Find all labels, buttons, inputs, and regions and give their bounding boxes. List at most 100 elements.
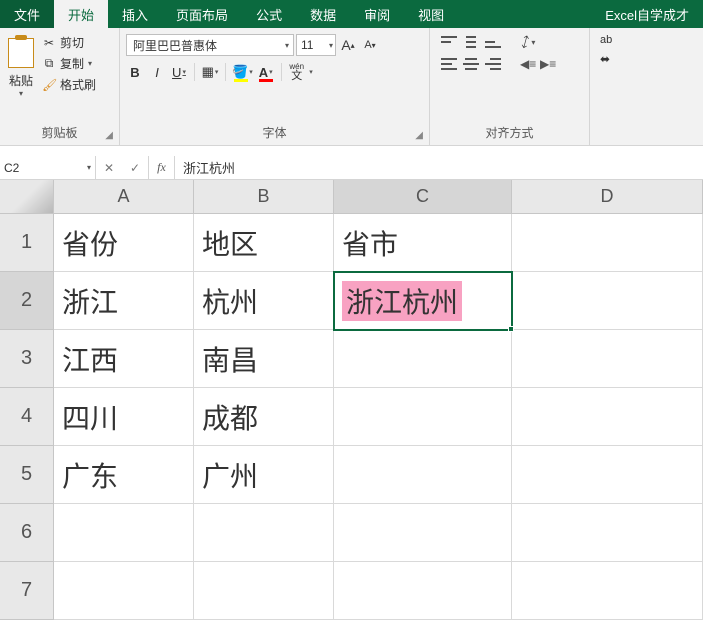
cell-B1[interactable]: 地区 bbox=[194, 214, 334, 272]
wrap-text-button[interactable]: ab bbox=[600, 34, 612, 46]
orientation-icon: ⤢ bbox=[517, 32, 534, 51]
cell-A1[interactable]: 省份 bbox=[54, 214, 194, 272]
expand-font-icon[interactable]: ◢ bbox=[415, 130, 423, 141]
tab-0[interactable]: 开始 bbox=[54, 0, 108, 28]
x-icon: ✕ bbox=[104, 161, 114, 175]
row-header-4[interactable]: 4 bbox=[0, 388, 54, 446]
cell-B3[interactable]: 南昌 bbox=[194, 330, 334, 388]
border-button[interactable]: ▦▾ bbox=[201, 62, 219, 82]
cell-D1[interactable] bbox=[512, 214, 703, 272]
formula-input[interactable]: 浙江杭州 bbox=[175, 156, 703, 179]
cell-B7[interactable] bbox=[194, 562, 334, 620]
ribbon-group-alignment: ⤢▾ ◀≡ ▶≡ 对齐方式 bbox=[430, 28, 590, 145]
name-box[interactable]: C2 ▾ bbox=[0, 156, 96, 179]
cell-B6[interactable] bbox=[194, 504, 334, 562]
pinyin-button[interactable]: wén文▾ bbox=[288, 62, 306, 82]
increase-indent-button[interactable]: ▶≡ bbox=[540, 56, 556, 72]
row-header-1[interactable]: 1 bbox=[0, 214, 54, 272]
align-middle-button[interactable] bbox=[462, 34, 480, 50]
merge-button[interactable]: ⬌ bbox=[600, 52, 610, 66]
ribbon-group-clipboard: 粘贴 ▾ ✂ 剪切 ⧉ 复制 ▾ 🖌 格式刷 剪贴板 bbox=[0, 28, 120, 145]
column-header-C[interactable]: C bbox=[334, 180, 512, 214]
cell-B4[interactable]: 成都 bbox=[194, 388, 334, 446]
row-header-5[interactable]: 5 bbox=[0, 446, 54, 504]
tab-5[interactable]: 审阅 bbox=[350, 0, 404, 28]
cell-C2[interactable]: 浙江杭州 bbox=[334, 272, 512, 330]
cell-C1[interactable]: 省市 bbox=[334, 214, 512, 272]
row-header-2[interactable]: 2 bbox=[0, 272, 54, 330]
align-top-button[interactable] bbox=[440, 34, 458, 50]
align-center-button[interactable] bbox=[462, 56, 480, 72]
confirm-formula-button[interactable]: ✓ bbox=[122, 156, 148, 179]
fill-handle[interactable] bbox=[508, 326, 514, 332]
font-size-select[interactable]: 11▾ bbox=[296, 34, 336, 56]
cell-A6[interactable] bbox=[54, 504, 194, 562]
fill-color-button[interactable]: 🪣▾ bbox=[232, 62, 253, 82]
font-family-select[interactable]: 阿里巴巴普惠体▾ bbox=[126, 34, 294, 56]
decrease-indent-button[interactable]: ◀≡ bbox=[520, 56, 536, 72]
spreadsheet-grid: ABCD1省份地区省市2浙江杭州浙江杭州3江西南昌4四川成都5广东广州67 bbox=[0, 180, 703, 620]
cell-C4[interactable] bbox=[334, 388, 512, 446]
cell-C7[interactable] bbox=[334, 562, 512, 620]
ribbon: 粘贴 ▾ ✂ 剪切 ⧉ 复制 ▾ 🖌 格式刷 剪贴板 bbox=[0, 28, 703, 146]
group-label-font: 字体 bbox=[262, 126, 286, 140]
cell-B2[interactable]: 杭州 bbox=[194, 272, 334, 330]
format-painter-button[interactable]: 🖌 格式刷 bbox=[42, 76, 96, 93]
cell-A7[interactable] bbox=[54, 562, 194, 620]
font-color-button[interactable]: A▾ bbox=[257, 62, 275, 82]
cell-D5[interactable] bbox=[512, 446, 703, 504]
select-all-corner[interactable] bbox=[0, 180, 54, 214]
bold-button[interactable]: B bbox=[126, 62, 144, 82]
formula-bar: C2 ▾ ✕ ✓ fx 浙江杭州 bbox=[0, 156, 703, 180]
cell-A5[interactable]: 广东 bbox=[54, 446, 194, 504]
cut-button[interactable]: ✂ 剪切 bbox=[42, 34, 96, 51]
tab-1[interactable]: 插入 bbox=[108, 0, 162, 28]
row-header-3[interactable]: 3 bbox=[0, 330, 54, 388]
italic-button[interactable]: I bbox=[148, 62, 166, 82]
cell-D4[interactable] bbox=[512, 388, 703, 446]
grow-font-button[interactable]: A▴ bbox=[338, 35, 358, 55]
paste-button[interactable]: 粘贴 ▾ bbox=[6, 34, 38, 98]
tab-6[interactable]: 视图 bbox=[404, 0, 458, 28]
tab-3[interactable]: 公式 bbox=[242, 0, 296, 28]
column-header-A[interactable]: A bbox=[54, 180, 194, 214]
expand-clipboard-icon[interactable]: ◢ bbox=[105, 130, 113, 141]
align-right-button[interactable] bbox=[484, 56, 502, 72]
cell-D2[interactable] bbox=[512, 272, 703, 330]
tab-file[interactable]: 文件 bbox=[0, 0, 54, 28]
row-header-7[interactable]: 7 bbox=[0, 562, 54, 620]
cell-C3[interactable] bbox=[334, 330, 512, 388]
menu-bar: 文件 开始插入页面布局公式数据审阅视图 Excel自学成才 bbox=[0, 0, 703, 28]
cell-A4[interactable]: 四川 bbox=[54, 388, 194, 446]
copy-button[interactable]: ⧉ 复制 ▾ bbox=[42, 55, 96, 72]
merge-icon: ⬌ bbox=[600, 52, 610, 66]
scissors-icon: ✂ bbox=[42, 36, 56, 50]
align-left-button[interactable] bbox=[440, 56, 458, 72]
bucket-icon: 🪣 bbox=[232, 64, 248, 80]
cell-B5[interactable]: 广州 bbox=[194, 446, 334, 504]
cancel-formula-button[interactable]: ✕ bbox=[96, 156, 122, 179]
column-header-D[interactable]: D bbox=[512, 180, 703, 214]
group-label-align: 对齐方式 bbox=[485, 126, 533, 140]
align-bottom-button[interactable] bbox=[484, 34, 502, 50]
cell-A2[interactable]: 浙江 bbox=[54, 272, 194, 330]
cell-D7[interactable] bbox=[512, 562, 703, 620]
brush-icon: 🖌 bbox=[42, 78, 56, 92]
cell-C6[interactable] bbox=[334, 504, 512, 562]
insert-function-button[interactable]: fx bbox=[148, 156, 174, 179]
chevron-down-icon[interactable]: ▾ bbox=[87, 163, 91, 172]
shrink-font-button[interactable]: A▾ bbox=[360, 35, 380, 55]
tab-4[interactable]: 数据 bbox=[296, 0, 350, 28]
cell-A3[interactable]: 江西 bbox=[54, 330, 194, 388]
orientation-button[interactable]: ⤢▾ bbox=[520, 34, 535, 50]
column-header-B[interactable]: B bbox=[194, 180, 334, 214]
underline-button[interactable]: U▾ bbox=[170, 62, 188, 82]
clipboard-icon bbox=[8, 38, 34, 68]
fx-icon: fx bbox=[157, 160, 166, 175]
tab-2[interactable]: 页面布局 bbox=[162, 0, 242, 28]
row-header-6[interactable]: 6 bbox=[0, 504, 54, 562]
wrap-icon: ab bbox=[600, 34, 612, 46]
cell-C5[interactable] bbox=[334, 446, 512, 504]
cell-D6[interactable] bbox=[512, 504, 703, 562]
cell-D3[interactable] bbox=[512, 330, 703, 388]
